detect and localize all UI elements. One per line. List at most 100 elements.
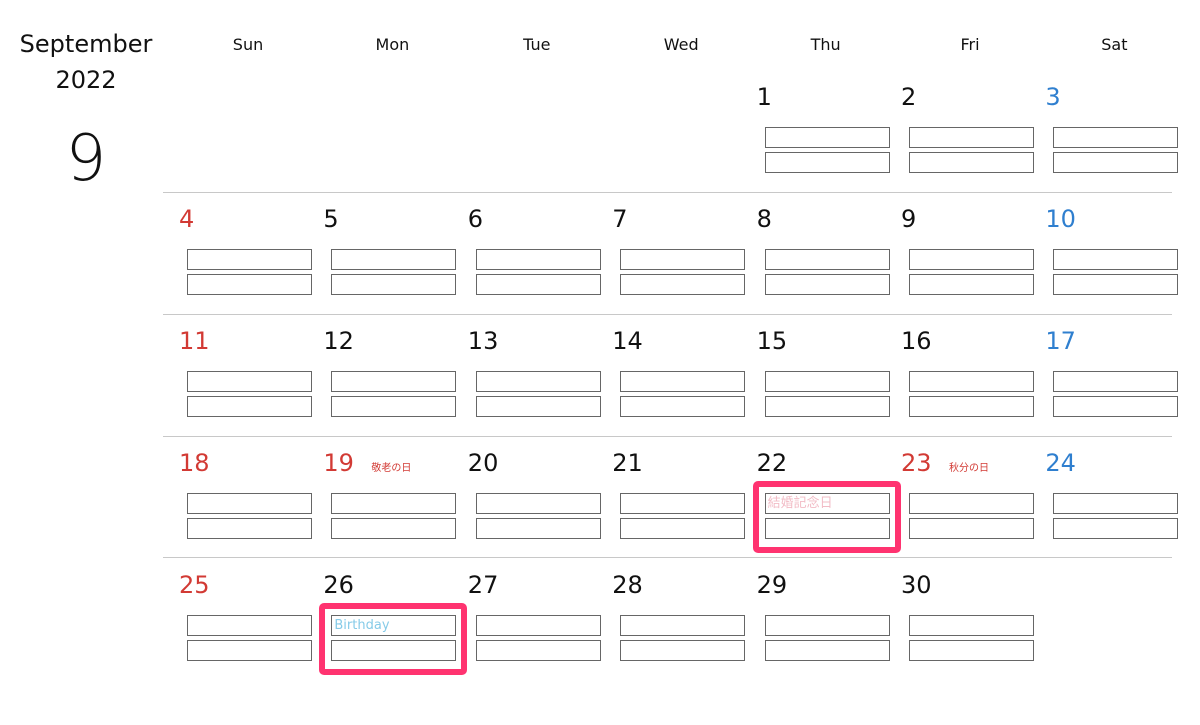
day-number-25: 25	[179, 571, 210, 599]
event-slot-1[interactable]	[187, 371, 312, 392]
day-number-12: 12	[323, 327, 354, 355]
event-slot-2[interactable]	[909, 274, 1034, 295]
month-number: 9	[65, 122, 107, 196]
day-number-6: 6	[467, 205, 484, 233]
event-slot-1[interactable]	[909, 615, 1034, 636]
day-number-16: 16	[901, 327, 932, 355]
month-name: September	[19, 30, 153, 58]
week-divider	[163, 314, 1172, 315]
week-divider	[163, 436, 1172, 437]
event-slot-1[interactable]	[909, 127, 1034, 148]
event-slot-1[interactable]	[331, 371, 457, 392]
day-number-8: 8	[756, 205, 772, 233]
event-slot-2[interactable]	[764, 152, 890, 173]
day-number-7: 7	[612, 205, 628, 233]
event-slot-2[interactable]	[909, 396, 1034, 417]
day-number-4: 4	[179, 205, 195, 233]
day-number-26: 26	[323, 571, 354, 599]
event-slot-1[interactable]	[764, 615, 890, 636]
event-slot-2[interactable]	[620, 640, 746, 661]
weekday-header-sat: Sat	[1101, 35, 1128, 54]
week-divider	[163, 557, 1172, 558]
event-slot-1[interactable]	[909, 249, 1034, 270]
event-slot-2[interactable]	[764, 396, 890, 417]
event-slot-1[interactable]	[1053, 249, 1179, 270]
event-slot-1[interactable]	[475, 249, 601, 270]
day-number-17: 17	[1045, 327, 1076, 355]
event-slot-2[interactable]	[909, 518, 1034, 539]
day-number-22: 22	[756, 449, 788, 477]
year: 2022	[55, 66, 117, 94]
event-slot-2[interactable]	[331, 518, 457, 539]
event-slot-2[interactable]	[909, 152, 1034, 173]
holiday-label: 敬老の日	[371, 463, 412, 474]
event-slot-2[interactable]	[764, 640, 890, 661]
event-slot-1[interactable]	[1053, 371, 1179, 392]
event-slot-1[interactable]	[187, 249, 312, 270]
day-number-1: 1	[756, 83, 772, 111]
event-slot-1[interactable]	[475, 371, 601, 392]
event-slot-1[interactable]	[620, 371, 746, 392]
day-number-10: 10	[1045, 205, 1076, 233]
event-slot-2[interactable]	[475, 396, 601, 417]
event-slot-2[interactable]	[331, 274, 457, 295]
event-slot-2[interactable]	[1053, 518, 1179, 539]
day-number-3: 3	[1045, 83, 1061, 111]
event-slot-1[interactable]	[187, 615, 312, 636]
event-slot-1[interactable]	[475, 493, 601, 514]
event-slot-2[interactable]	[764, 274, 890, 295]
event-slot-1[interactable]	[187, 493, 312, 514]
weekday-header-wed: Wed	[663, 35, 699, 54]
event-slot-1[interactable]	[620, 249, 746, 270]
day-number-23: 23	[901, 449, 932, 477]
day-number-14: 14	[612, 327, 643, 355]
event-slot-1[interactable]	[620, 615, 746, 636]
event-slot-2[interactable]	[475, 274, 601, 295]
event-slot-1[interactable]	[764, 249, 890, 270]
highlight-frame	[319, 603, 468, 675]
event-slot-2[interactable]	[187, 396, 312, 417]
event-slot-1[interactable]	[764, 127, 890, 148]
day-number-13: 13	[467, 327, 499, 355]
event-slot-1[interactable]	[909, 493, 1034, 514]
holiday-label: 秋分の日	[949, 463, 989, 474]
day-number-27: 27	[467, 571, 499, 599]
event-slot-1[interactable]	[909, 371, 1034, 392]
event-slot-1[interactable]: Birthday	[331, 615, 457, 636]
event-slot-1[interactable]: 結婚記念日	[764, 493, 890, 514]
event-slot-2[interactable]	[331, 640, 457, 661]
day-number-15: 15	[756, 327, 788, 355]
day-number-20: 20	[467, 449, 499, 477]
day-number-5: 5	[323, 205, 339, 233]
event-slot-2[interactable]	[620, 396, 746, 417]
event-slot-2[interactable]	[331, 396, 457, 417]
event-slot-2[interactable]	[1053, 396, 1179, 417]
event-slot-1[interactable]	[1053, 493, 1179, 514]
event-slot-2[interactable]	[620, 518, 746, 539]
day-number-28: 28	[612, 571, 643, 599]
event-slot-2[interactable]	[909, 640, 1034, 661]
weekday-header-fri: Fri	[960, 35, 980, 54]
event-slot-2[interactable]	[1053, 152, 1179, 173]
day-number-11: 11	[179, 327, 210, 355]
event-slot-2[interactable]	[764, 518, 890, 539]
event-slot-2[interactable]	[620, 274, 746, 295]
weekday-header-tue: Tue	[523, 35, 551, 54]
event-slot-2[interactable]	[1053, 274, 1179, 295]
event-slot-2[interactable]	[475, 640, 601, 661]
day-number-2: 2	[901, 83, 917, 111]
day-number-29: 29	[756, 571, 788, 599]
event-slot-1[interactable]	[764, 371, 890, 392]
event-slot-1[interactable]	[331, 249, 457, 270]
day-number-30: 30	[901, 571, 932, 599]
weekday-header-sun: Sun	[232, 35, 264, 54]
event-slot-1[interactable]	[331, 493, 457, 514]
event-slot-1[interactable]	[620, 493, 746, 514]
event-slot-1[interactable]	[1053, 127, 1179, 148]
event-slot-2[interactable]	[475, 518, 601, 539]
event-slot-2[interactable]	[187, 640, 312, 661]
event-slot-2[interactable]	[187, 518, 312, 539]
event-slot-2[interactable]	[187, 274, 312, 295]
event-slot-1[interactable]	[475, 615, 601, 636]
weekday-header-thu: Thu	[810, 35, 841, 54]
